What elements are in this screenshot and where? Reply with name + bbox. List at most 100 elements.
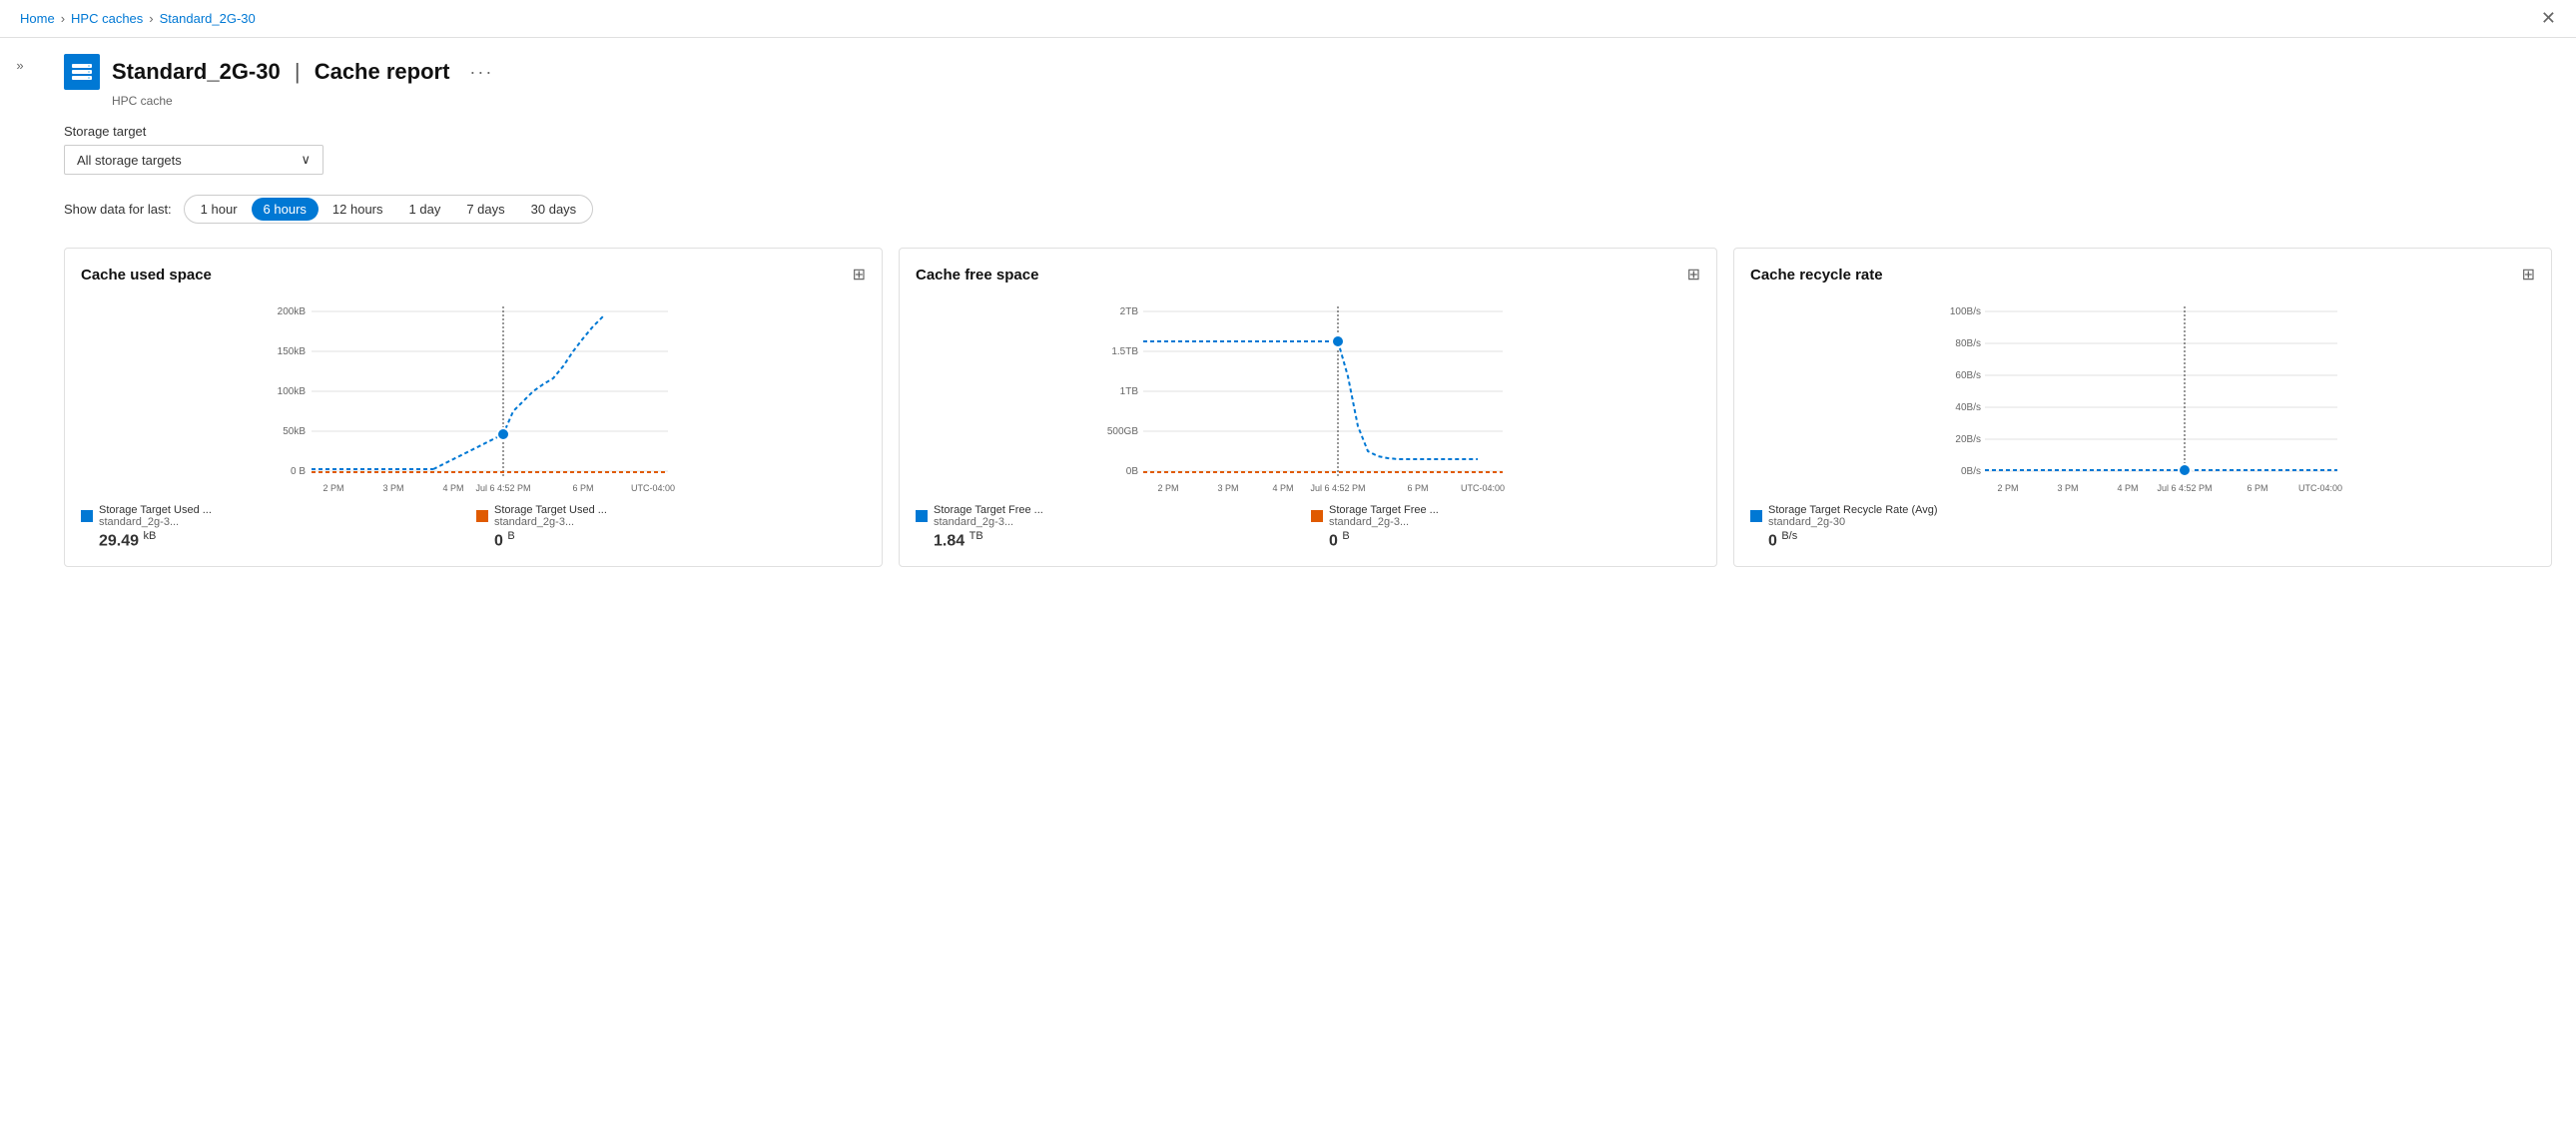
svg-text:3 PM: 3 PM <box>1217 483 1238 493</box>
svg-text:6 PM: 6 PM <box>2247 483 2267 493</box>
svg-text:6 PM: 6 PM <box>572 483 593 493</box>
legend-color-free-orange <box>1311 510 1323 522</box>
filter-label: Storage target <box>64 124 2552 139</box>
svg-text:6 PM: 6 PM <box>1407 483 1428 493</box>
svg-text:100kB: 100kB <box>278 386 307 397</box>
svg-text:150kB: 150kB <box>278 346 307 357</box>
storage-target-dropdown[interactable]: All storage targets ∨ <box>64 145 323 175</box>
chart-area-recycle: 100B/s 80B/s 60B/s 40B/s 20B/s 0B/s <box>1750 296 2535 496</box>
svg-text:Jul 6 4:52 PM: Jul 6 4:52 PM <box>475 483 530 493</box>
svg-text:500GB: 500GB <box>1107 426 1138 437</box>
svg-text:UTC-04:00: UTC-04:00 <box>1461 483 1505 493</box>
time-options-group: 1 hour 6 hours 12 hours 1 day 7 days 30 … <box>184 195 594 224</box>
sidebar-toggle[interactable]: » <box>0 38 40 583</box>
legend-value-used-blue: 29.49 kB <box>81 530 470 550</box>
chart-legend-free: Storage Target Free ...standard_2g-3... … <box>916 504 1700 550</box>
time-option-6hours[interactable]: 6 hours <box>252 198 319 221</box>
svg-text:40B/s: 40B/s <box>1955 402 1981 413</box>
chart-area-used: 200kB 150kB 100kB 50kB 0 B <box>81 296 866 496</box>
chart-card-free-space: Cache free space ⊞ 2TB 1.5TB 1TB 500GB 0… <box>899 248 1717 567</box>
breadcrumb-sep1: › <box>61 11 65 26</box>
chart-title-used: Cache used space <box>81 267 212 283</box>
page-title: Standard_2G-30 | Cache report <box>112 59 449 84</box>
close-button[interactable]: ✕ <box>2541 8 2556 29</box>
chart-card-used-space: Cache used space ⊞ 200kB 150kB 100kB 50k… <box>64 248 883 567</box>
legend-item-used-orange: Storage Target Used ...standard_2g-3... … <box>476 504 866 550</box>
legend-label-free-blue: Storage Target Free ...standard_2g-3... <box>934 504 1043 528</box>
svg-text:20B/s: 20B/s <box>1955 434 1981 445</box>
legend-color-free-blue <box>916 510 928 522</box>
svg-text:2TB: 2TB <box>1120 306 1139 317</box>
legend-value-free-blue: 1.84 TB <box>916 530 1305 550</box>
hpc-cache-icon <box>70 60 94 84</box>
legend-item-free-blue: Storage Target Free ...standard_2g-3... … <box>916 504 1305 550</box>
chart-title-recycle: Cache recycle rate <box>1750 267 1883 283</box>
breadcrumb-sep2: › <box>149 11 153 26</box>
dropdown-value: All storage targets <box>77 153 182 168</box>
svg-text:UTC-04:00: UTC-04:00 <box>2298 483 2342 493</box>
pin-recycle-button[interactable]: ⊞ <box>2522 265 2535 284</box>
legend-item-free-orange: Storage Target Free ...standard_2g-3... … <box>1311 504 1700 550</box>
svg-text:200kB: 200kB <box>278 306 307 317</box>
legend-color-recycle-blue <box>1750 510 1762 522</box>
svg-text:3 PM: 3 PM <box>382 483 403 493</box>
legend-label-free-orange: Storage Target Free ...standard_2g-3... <box>1329 504 1439 528</box>
page-icon <box>64 54 100 90</box>
page-subtitle: HPC cache <box>112 94 2552 108</box>
chart-header-recycle: Cache recycle rate ⊞ <box>1750 265 2535 284</box>
svg-text:100B/s: 100B/s <box>1950 306 1981 317</box>
svg-text:1.5TB: 1.5TB <box>1111 346 1138 357</box>
chart-area-free: 2TB 1.5TB 1TB 500GB 0B <box>916 296 1700 496</box>
chart-svg-recycle: 100B/s 80B/s 60B/s 40B/s 20B/s 0B/s <box>1750 296 2535 496</box>
chart-header-used: Cache used space ⊞ <box>81 265 866 284</box>
legend-color-blue <box>81 510 93 522</box>
legend-value-used-orange: 0 B <box>476 530 866 550</box>
chart-card-recycle-rate: Cache recycle rate ⊞ 100B/s 80B/s 60B/s … <box>1733 248 2552 567</box>
chart-header-free: Cache free space ⊞ <box>916 265 1700 284</box>
more-options-button[interactable]: ··· <box>469 62 493 83</box>
content-area: » Standard_2G-30 | Cache report <box>0 38 2576 583</box>
chart-svg-used: 200kB 150kB 100kB 50kB 0 B <box>81 296 866 496</box>
breadcrumb-home[interactable]: Home <box>20 11 55 26</box>
main-content: Standard_2G-30 | Cache report ··· HPC ca… <box>40 38 2576 583</box>
page-header: Standard_2G-30 | Cache report ··· <box>64 54 2552 90</box>
pin-used-button[interactable]: ⊞ <box>853 265 866 284</box>
legend-label-used-orange: Storage Target Used ...standard_2g-3... <box>494 504 607 528</box>
legend-value-free-orange: 0 B <box>1311 530 1700 550</box>
legend-value-recycle-blue: 0 B/s <box>1750 530 2535 550</box>
chart-legend-used: Storage Target Used ...standard_2g-3... … <box>81 504 866 550</box>
page-title-group: Standard_2G-30 | Cache report <box>112 59 449 85</box>
time-option-30days[interactable]: 30 days <box>519 198 589 221</box>
svg-text:3 PM: 3 PM <box>2057 483 2078 493</box>
time-option-7days[interactable]: 7 days <box>454 198 516 221</box>
svg-text:Jul 6 4:52 PM: Jul 6 4:52 PM <box>2157 483 2212 493</box>
svg-text:4 PM: 4 PM <box>1272 483 1293 493</box>
legend-item-recycle-blue: Storage Target Recycle Rate (Avg)standar… <box>1750 504 2535 550</box>
time-option-12hours[interactable]: 12 hours <box>321 198 395 221</box>
time-option-1hour[interactable]: 1 hour <box>189 198 250 221</box>
time-filter-row: Show data for last: 1 hour 6 hours 12 ho… <box>64 195 2552 224</box>
pin-free-button[interactable]: ⊞ <box>1687 265 1700 284</box>
legend-label-used-blue: Storage Target Used ...standard_2g-3... <box>99 504 212 528</box>
chart-svg-free: 2TB 1.5TB 1TB 500GB 0B <box>916 296 1700 496</box>
charts-grid: Cache used space ⊞ 200kB 150kB 100kB 50k… <box>64 248 2552 567</box>
svg-text:2 PM: 2 PM <box>322 483 343 493</box>
breadcrumb-parent[interactable]: HPC caches <box>71 11 143 26</box>
chevron-down-icon: ∨ <box>301 152 311 168</box>
legend-label-recycle-blue: Storage Target Recycle Rate (Avg)standar… <box>1768 504 1938 528</box>
svg-text:80B/s: 80B/s <box>1955 338 1981 349</box>
svg-text:2 PM: 2 PM <box>1157 483 1178 493</box>
filter-section: Storage target All storage targets ∨ <box>64 124 2552 175</box>
time-option-1day[interactable]: 1 day <box>397 198 453 221</box>
breadcrumb-current[interactable]: Standard_2G-30 <box>160 11 256 26</box>
svg-text:UTC-04:00: UTC-04:00 <box>631 483 675 493</box>
svg-text:2 PM: 2 PM <box>1997 483 2018 493</box>
chart-legend-recycle: Storage Target Recycle Rate (Avg)standar… <box>1750 504 2535 550</box>
svg-text:4 PM: 4 PM <box>2117 483 2138 493</box>
svg-text:1TB: 1TB <box>1120 386 1139 397</box>
svg-text:4 PM: 4 PM <box>442 483 463 493</box>
legend-item-used-blue: Storage Target Used ...standard_2g-3... … <box>81 504 470 550</box>
svg-text:50kB: 50kB <box>283 426 306 437</box>
top-bar: Home › HPC caches › Standard_2G-30 ✕ <box>0 0 2576 38</box>
time-filter-label: Show data for last: <box>64 202 172 217</box>
